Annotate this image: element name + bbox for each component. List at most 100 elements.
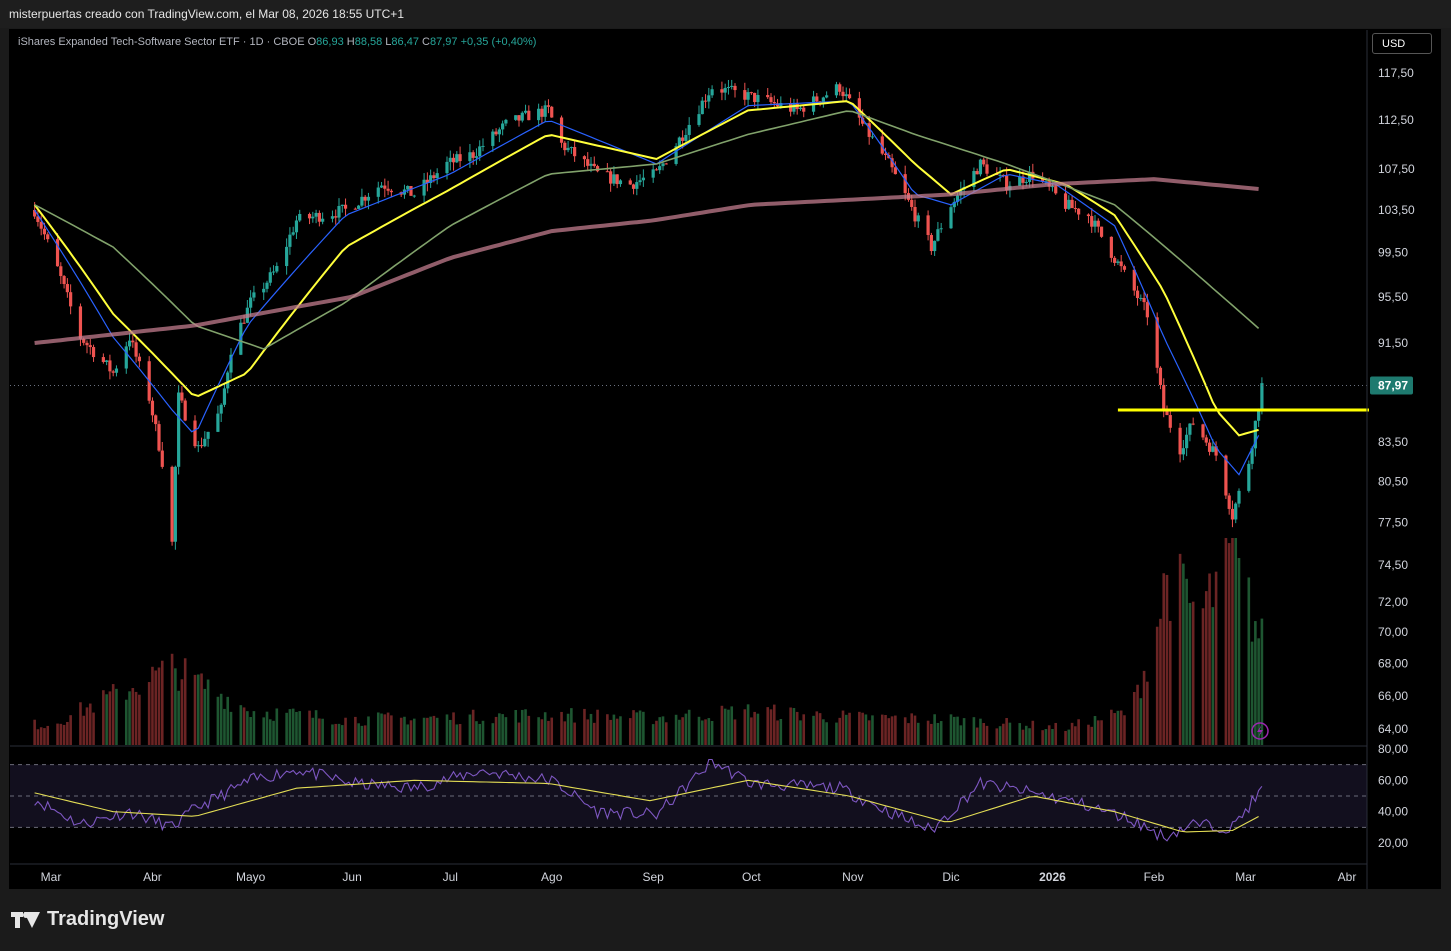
candle-body — [471, 152, 475, 158]
volume-bar — [56, 723, 59, 745]
candle-body — [929, 235, 933, 252]
volume-bar — [766, 707, 770, 745]
volume-bar — [985, 725, 989, 745]
volume-bar — [170, 653, 174, 745]
candle-body — [127, 340, 132, 347]
candle-body — [137, 356, 141, 362]
volume-bar — [383, 714, 387, 745]
volume-bar — [586, 719, 590, 745]
price-tick-label: 107,50 — [1378, 162, 1415, 176]
candle-body — [298, 214, 302, 221]
volume-bar — [138, 694, 141, 745]
volume-bar — [913, 715, 917, 745]
volume-bar — [678, 719, 681, 745]
volume-bar — [39, 727, 43, 745]
price-tick-label: 117,50 — [1378, 66, 1414, 80]
candle-body — [566, 147, 570, 151]
candle-body — [1132, 269, 1136, 291]
candle-body — [743, 90, 747, 100]
volume-bar — [62, 724, 66, 745]
close-label: C — [422, 36, 430, 48]
volume-bar — [1136, 684, 1139, 745]
candle-body — [1093, 220, 1097, 227]
volume-bar — [491, 723, 495, 745]
volume-bar — [815, 711, 819, 745]
volume-bar — [157, 667, 161, 745]
volume-bar — [979, 718, 982, 745]
volume-bar — [494, 716, 498, 745]
volume-bar — [272, 720, 275, 745]
candle-body — [543, 105, 547, 117]
volume-bar — [229, 711, 233, 745]
volume-bar — [1132, 692, 1136, 745]
candle-body — [451, 157, 456, 163]
volume-bar — [445, 714, 449, 745]
volume-bar — [733, 719, 737, 745]
candle-body — [1158, 367, 1163, 385]
candle-body — [756, 95, 760, 103]
price-tick-label: 83,50 — [1378, 435, 1408, 449]
volume-bar — [835, 722, 838, 745]
volume-bar — [59, 723, 63, 745]
volume-bar — [681, 717, 684, 745]
candle-body — [114, 368, 119, 373]
volume-bar — [1254, 621, 1257, 745]
volume-bar — [684, 713, 688, 745]
time-tick-label: Mayo — [236, 870, 266, 884]
volume-bar — [1224, 538, 1228, 745]
volume-bar — [844, 714, 848, 745]
candle-body — [150, 400, 155, 416]
candle-body — [559, 117, 564, 143]
price-tick-label: 80,50 — [1378, 474, 1408, 488]
candle-body — [523, 110, 528, 113]
price-tick-label: 103,50 — [1378, 203, 1415, 217]
volume-bar — [1208, 573, 1211, 745]
candle-body — [1178, 427, 1182, 455]
volume-bar — [124, 699, 128, 745]
rsi-tick-label: 40,00 — [1378, 805, 1408, 819]
candle-body — [340, 204, 344, 207]
symbol-legend: iShares Expanded Tech-Software Sector ET… — [18, 36, 536, 48]
candle-body — [1113, 257, 1117, 263]
time-tick-label: Mar — [1235, 870, 1256, 884]
candle-body — [101, 357, 105, 362]
volume-bar — [334, 723, 338, 745]
volume-bar — [1178, 553, 1182, 745]
volume-bar — [1139, 698, 1143, 745]
volume-bar — [527, 715, 531, 745]
volume-bar — [147, 682, 151, 745]
volume-bar — [79, 702, 82, 745]
volume-bar — [1237, 558, 1241, 745]
candle-body — [792, 103, 796, 112]
volume-bar — [1051, 729, 1054, 745]
volume-bar — [1093, 716, 1097, 745]
candle-body — [170, 466, 174, 542]
volume-bar — [619, 716, 622, 745]
rsi-tick-label: 60,00 — [1378, 773, 1408, 787]
candle-body — [573, 147, 577, 157]
volume-bar — [1064, 730, 1067, 745]
candle-body — [664, 163, 668, 165]
candle-body — [825, 95, 829, 98]
candle-body — [847, 94, 852, 99]
candle-body — [975, 171, 979, 175]
volume-bar — [111, 684, 115, 745]
candle-body — [1119, 261, 1123, 267]
candle-body — [998, 174, 1002, 176]
volume-bar — [452, 712, 455, 745]
candle-body — [1181, 448, 1185, 455]
volume-bar — [66, 721, 69, 745]
volume-bar — [612, 714, 616, 745]
volume-bar — [363, 725, 367, 745]
volume-bar — [655, 720, 658, 745]
candle-body — [586, 159, 590, 166]
volume-bar — [887, 718, 891, 745]
chart-canvas[interactable]: 117,50 112,50 107,50 103,50 99,50 95,50 91,50 8… — [0, 0, 1451, 951]
volume-bar — [975, 727, 979, 745]
volume-bar — [134, 691, 138, 745]
candle-body — [1230, 508, 1235, 520]
tradingview-logo[interactable]: TradingView — [11, 908, 164, 931]
time-tick-label: Abr — [1338, 870, 1357, 884]
currency-button[interactable]: USD — [1372, 33, 1432, 54]
volume-bar — [825, 722, 828, 745]
